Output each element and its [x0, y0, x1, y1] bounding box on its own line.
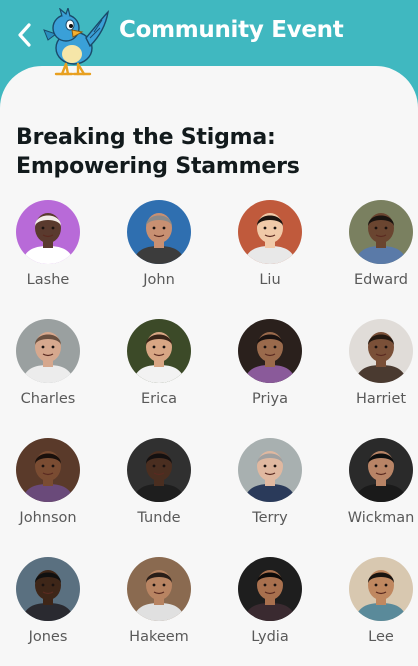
- attendee-item[interactable]: John: [104, 200, 214, 288]
- avatar: [238, 200, 302, 264]
- back-button[interactable]: [12, 20, 36, 50]
- attendee-item[interactable]: Johnson: [0, 438, 103, 526]
- event-title-line1: Breaking the Stigma:: [16, 125, 276, 150]
- attendee-name: Lashe: [26, 272, 70, 288]
- attendee-item[interactable]: Lashe: [0, 200, 103, 288]
- attendee-item[interactable]: Liu: [215, 200, 325, 288]
- attendee-item[interactable]: Edward: [326, 200, 418, 288]
- avatar: [349, 319, 413, 383]
- attendee-item[interactable]: Lee: [326, 557, 418, 645]
- attendee-item[interactable]: Lydia: [215, 557, 325, 645]
- attendee-name: Liu: [259, 272, 281, 288]
- attendee-item[interactable]: Terry: [215, 438, 325, 526]
- avatar: [127, 319, 191, 383]
- attendee-item[interactable]: Harriet: [326, 319, 418, 407]
- avatar: [127, 438, 191, 502]
- attendee-name: Edward: [353, 272, 409, 288]
- attendee-item[interactable]: Charles: [0, 319, 103, 407]
- attendee-name: Charles: [20, 391, 76, 407]
- attendee-name: Priya: [252, 391, 288, 407]
- event-title-line2: Empowering Stammers: [16, 154, 300, 179]
- avatar: [16, 557, 80, 621]
- avatar: [349, 557, 413, 621]
- avatar: [127, 557, 191, 621]
- bluebird-mascot-icon: [38, 5, 112, 78]
- avatar: [238, 557, 302, 621]
- attendee-name: Johnson: [19, 510, 77, 526]
- attendee-item[interactable]: Wickman: [326, 438, 418, 526]
- avatar: [16, 319, 80, 383]
- attendee-item[interactable]: Hakeem: [104, 557, 214, 645]
- avatar: [349, 438, 413, 502]
- attendee-item[interactable]: Tunde: [104, 438, 214, 526]
- event-title: Breaking the Stigma: Empowering Stammers: [16, 123, 376, 181]
- avatar: [238, 319, 302, 383]
- attendee-name: Harriet: [355, 391, 407, 407]
- attendee-item[interactable]: Erica: [104, 319, 214, 407]
- avatar: [349, 200, 413, 264]
- chevron-left-icon: [18, 23, 31, 47]
- attendee-item[interactable]: Jones: [0, 557, 103, 645]
- attendee-item[interactable]: Priya: [215, 319, 325, 407]
- avatar: [16, 200, 80, 264]
- avatar: [238, 438, 302, 502]
- page-title: Community Event: [119, 17, 344, 43]
- attendee-name: Tunde: [137, 510, 181, 526]
- avatar: [127, 200, 191, 264]
- avatar: [16, 438, 80, 502]
- attendee-name: John: [143, 272, 175, 288]
- attendee-name: Wickman: [347, 510, 415, 526]
- attendee-name: Erica: [140, 391, 177, 407]
- attendee-name: Terry: [252, 510, 288, 526]
